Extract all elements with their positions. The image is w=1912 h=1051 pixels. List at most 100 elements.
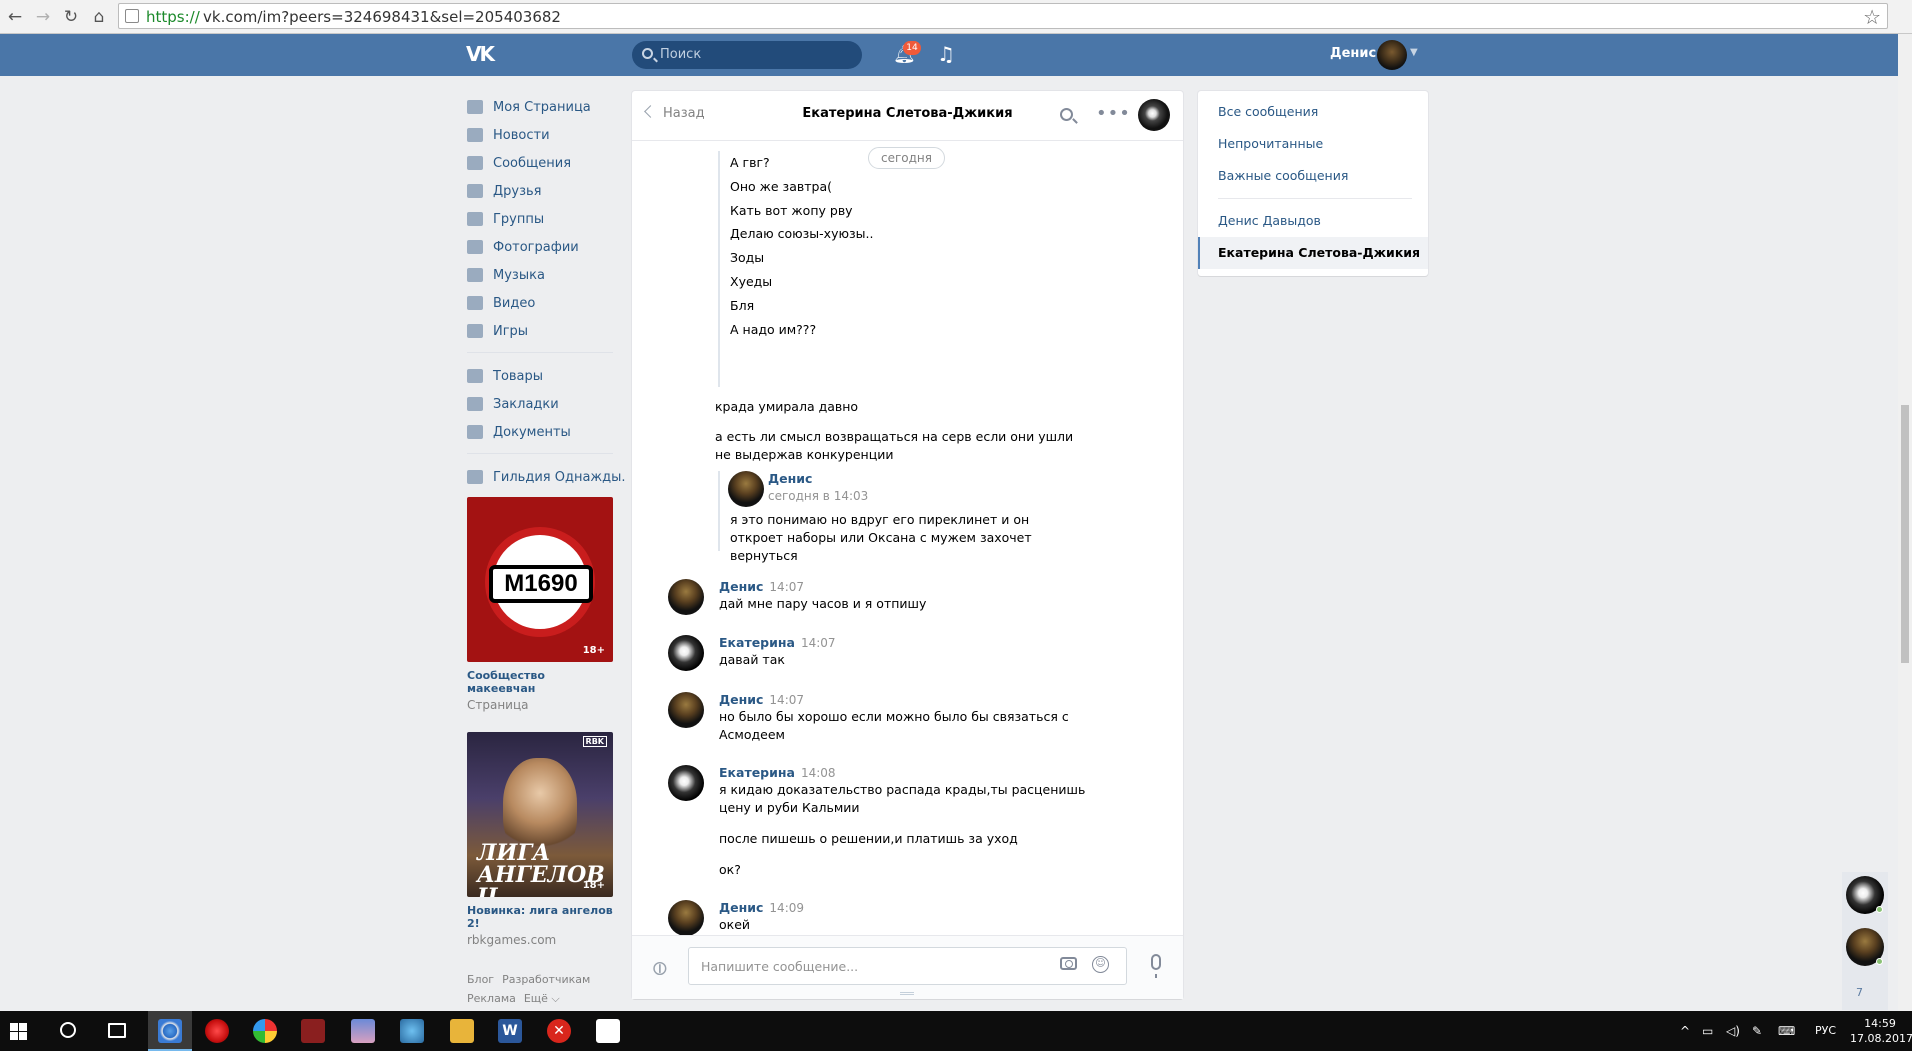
page-icon <box>125 9 139 23</box>
menu-item-icon <box>467 470 483 484</box>
footer-link[interactable]: Ещё ⌵ <box>524 992 560 1005</box>
menu-item[interactable]: Группы <box>467 205 613 233</box>
footer-link[interactable]: Разработчикам <box>502 973 590 986</box>
menu-item-icon <box>467 184 483 198</box>
back-arrow-icon[interactable]: ← <box>4 6 26 28</box>
word-icon[interactable]: W <box>498 1019 522 1043</box>
menu-item[interactable]: Документы <box>467 418 613 446</box>
forwarded-line: Кать вот жопу рву <box>730 202 853 218</box>
volume-icon[interactable]: ◁) <box>1726 1024 1740 1038</box>
nav-important[interactable]: Важные сообщения <box>1218 168 1348 183</box>
task-view-icon[interactable] <box>108 1023 126 1038</box>
menu-item-label: Гильдия Однажды. <box>493 469 626 485</box>
windows-start-icon[interactable] <box>10 1023 27 1040</box>
network-icon[interactable]: ▭ <box>1702 1024 1713 1038</box>
ad-title[interactable]: Новинка: лига ангелов 2! <box>467 904 613 930</box>
paint-icon[interactable] <box>400 1019 424 1043</box>
search-icon[interactable] <box>1060 108 1073 121</box>
avatar[interactable] <box>668 765 704 801</box>
app-square-icon[interactable] <box>301 1019 325 1043</box>
forwarded-line: Зоды <box>730 250 765 266</box>
dialog-item[interactable]: Денис Давыдов <box>1218 213 1321 228</box>
menu-item-label: Музыка <box>493 267 545 283</box>
footer-link[interactable]: Реклама <box>467 992 516 1005</box>
menu-item[interactable]: Музыка <box>467 261 613 289</box>
vk-logo[interactable]: VK <box>466 42 500 66</box>
message-author[interactable]: Денис 14:09 <box>719 900 804 915</box>
left-menu: Моя Страница Новости Сообщения Друзья Группы… <box>467 93 626 947</box>
camera-icon[interactable] <box>1060 957 1077 970</box>
menu-item[interactable]: Гильдия Однажды. <box>467 463 626 491</box>
menu-item[interactable]: Моя Страница <box>467 93 613 121</box>
ad-image[interactable]: M1690 18+ <box>467 497 613 662</box>
nav-all-messages[interactable]: Все сообщения <box>1218 104 1318 119</box>
online-count[interactable]: 7 <box>1856 986 1863 999</box>
app-game-icon[interactable] <box>351 1019 375 1043</box>
menu-item[interactable]: Товары <box>467 362 613 390</box>
forward-arrow-icon[interactable]: → <box>32 6 54 28</box>
folder-icon[interactable] <box>450 1019 474 1043</box>
avatar[interactable] <box>1138 99 1170 131</box>
ad-block[interactable]: RBK ЛИГА АНГЕЛОВ II 18+ Новинка: лига ан… <box>467 732 613 947</box>
clock[interactable]: 14:59 17.08.2017 <box>1850 1016 1912 1046</box>
chrome-icon[interactable] <box>158 1019 182 1043</box>
page-scrollbar-thumb[interactable] <box>1901 405 1909 663</box>
close-app-icon[interactable]: ✕ <box>547 1019 571 1043</box>
nav-unread[interactable]: Непрочитанные <box>1218 136 1323 151</box>
search-icon <box>642 48 653 59</box>
ad-block[interactable]: M1690 18+ Сообщество макеевчан Страница <box>467 497 613 712</box>
forwarded-text: я это понимаю но вдруг его пиреклинет и … <box>730 512 1032 563</box>
os-taskbar: W ✕ ^ ▭ ◁) ✎ ⌨ РУС 14:59 17.08.2017 <box>0 1011 1912 1051</box>
app-ball-icon[interactable] <box>253 1019 277 1043</box>
menu-item[interactable]: Закладки <box>467 390 613 418</box>
photos-icon[interactable] <box>596 1019 620 1043</box>
footer-link[interactable]: Блог <box>467 973 494 986</box>
avatar[interactable] <box>1377 40 1407 70</box>
message-author[interactable]: Екатерина 14:08 <box>719 765 836 780</box>
forwarded-author[interactable]: Денис <box>768 471 812 486</box>
pen-icon[interactable]: ✎ <box>1752 1024 1762 1038</box>
message-author[interactable]: Екатерина 14:07 <box>719 635 836 650</box>
chevron-down-icon[interactable]: ▼ <box>1410 47 1418 58</box>
home-icon[interactable]: ⌂ <box>88 6 110 28</box>
music-icon[interactable]: ♫ <box>937 42 955 66</box>
message-text: дай мне пару часов и я отпишу <box>719 596 927 611</box>
paperclip-icon[interactable]: ⊘ <box>645 954 674 983</box>
resize-handle[interactable] <box>900 992 914 995</box>
keyboard-icon[interactable]: ⌨ <box>1778 1024 1795 1038</box>
app-red-icon[interactable] <box>205 1019 229 1043</box>
more-icon[interactable]: ••• <box>1096 103 1131 124</box>
bookmark-star-icon[interactable]: ☆ <box>1863 5 1881 29</box>
avatar[interactable] <box>668 692 704 728</box>
menu-item[interactable]: Новости <box>467 121 613 149</box>
menu-item[interactable]: Друзья <box>467 177 613 205</box>
search-input[interactable]: Поиск <box>632 41 862 69</box>
menu-item[interactable]: Фотографии <box>467 233 613 261</box>
avatar[interactable] <box>668 579 704 615</box>
message-time: 14:07 <box>769 580 805 594</box>
message-author[interactable]: Денис 14:07 <box>719 692 804 707</box>
avatar[interactable] <box>668 635 704 671</box>
menu-item[interactable]: Игры <box>467 317 613 345</box>
emoji-icon[interactable]: ☺ <box>1092 956 1109 973</box>
dialog-item-active[interactable]: Екатерина Слетова-Джикия <box>1198 237 1428 269</box>
menu-item-icon <box>467 240 483 254</box>
user-name[interactable]: Денис <box>1330 46 1376 61</box>
chevron-up-icon[interactable]: ^ <box>1680 1024 1690 1038</box>
menu-item[interactable]: Видео <box>467 289 613 317</box>
address-bar[interactable]: https:// vk.com/im?peers=324698431&sel=2… <box>118 3 1888 29</box>
search-icon[interactable] <box>60 1022 76 1038</box>
microphone-icon[interactable] <box>1151 954 1161 978</box>
reload-icon[interactable]: ↻ <box>60 6 82 28</box>
ad-title[interactable]: Сообщество макеевчан <box>467 669 613 695</box>
avatar[interactable] <box>668 900 704 935</box>
menu-divider <box>467 453 613 454</box>
message-author[interactable]: Денис 14:07 <box>719 579 804 594</box>
clock-date: 17.08.2017 <box>1850 1032 1912 1045</box>
menu-item-icon <box>467 156 483 170</box>
message-history[interactable]: А гвг? Оно же завтра(Кать вот жопу рву Дел… <box>632 141 1183 935</box>
ad-image[interactable]: RBK ЛИГА АНГЕЛОВ II 18+ <box>467 732 613 897</box>
menu-item[interactable]: Сообщения <box>467 149 613 177</box>
message-time: 14:09 <box>769 901 805 915</box>
language-indicator[interactable]: РУС <box>1815 1024 1836 1037</box>
